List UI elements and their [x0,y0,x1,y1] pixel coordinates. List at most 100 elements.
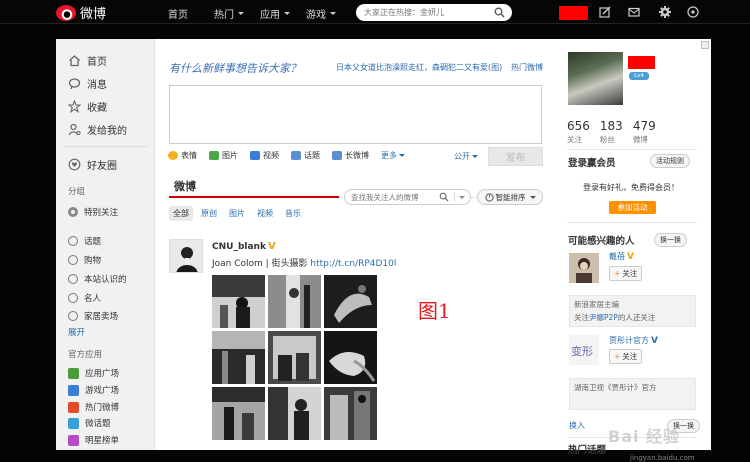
sidebar-app-item[interactable]: 游戏广场 [68,384,119,396]
circle-icon [68,293,78,303]
sidebar-group-item[interactable]: 购物 [68,254,101,266]
figure-label: 图1 [418,299,451,323]
post-photo[interactable] [212,331,265,384]
suggested-user-name[interactable]: 贾彤计官方 V [609,335,658,346]
smart-sort-dropdown[interactable]: 智能排序 [477,189,543,205]
chevron-down-icon [529,195,536,199]
user-stats: 656 关注 183 粉丝 479 微博 [567,119,656,145]
tool-image[interactable]: 图片 [209,150,238,161]
sidebar-expand-link[interactable]: 展开 [68,326,85,338]
sidebar-app-item[interactable]: 热门微博 [68,401,119,413]
filter-videos[interactable]: 视频 [253,206,277,221]
weibo-eye-icon [56,4,76,21]
post-photo-grid [212,275,377,440]
filter-images[interactable]: 图片 [225,206,249,221]
post-photo[interactable] [324,275,377,328]
follow-button[interactable]: + 关注 [609,349,643,364]
feed-search-input[interactable] [351,192,439,202]
sidebar-group-item[interactable]: 名人 [68,292,101,304]
circle-icon [68,311,78,321]
sidebar-group-item[interactable]: 本站认识的 [68,273,127,285]
post-photo[interactable] [268,275,321,328]
stat-posts[interactable]: 479 微博 [633,119,656,145]
post-photo[interactable] [324,387,377,440]
username-redacted[interactable] [628,56,655,69]
tool-video[interactable]: 视频 [250,150,279,161]
hot-topic-link[interactable]: 日本父女道比泡澡照走红，森碉犯二又有爱(图) [336,62,502,73]
post-author[interactable]: CNU_blank V [212,241,276,252]
compose-icon[interactable] [598,5,612,19]
suggested-user-name[interactable]: 戴蓓 V [609,251,634,262]
sidebar-app-item[interactable]: 微话题 [68,417,111,429]
global-search[interactable] [356,4,512,21]
sidebar-item-favorites[interactable]: 收藏 [68,99,107,114]
tool-topic[interactable]: 话题 [291,150,320,161]
nav-games[interactable]: 游戏 [306,6,336,21]
filter-original[interactable]: 原创 [197,206,221,221]
nav-hot[interactable]: 热门 [214,6,244,21]
post-photo[interactable] [212,387,265,440]
post-photo[interactable] [324,331,377,384]
tool-more-dropdown[interactable]: 更多 [381,150,405,161]
sidebar-item-messages[interactable]: 消息 [68,76,107,91]
refresh-suggestions-button[interactable]: 换一换 [654,233,687,247]
sidebar-item-friends-circle[interactable]: 好友圈 [68,157,117,172]
stat-followers[interactable]: 183 粉丝 [600,119,623,145]
follow-button[interactable]: + 关注 [609,266,643,281]
insert-link[interactable]: 换入 [569,420,585,431]
sidebar-item-home[interactable]: 首页 [68,53,107,68]
post-photo[interactable] [212,275,265,328]
global-search-input[interactable] [364,8,489,17]
username-redacted[interactable] [559,6,588,20]
suggestion-reason: 新浪家居主编 关注尹娜P2P的人还关注 [569,295,696,327]
filter-music[interactable]: 音乐 [281,206,305,221]
weibo-logo[interactable]: 微博 [56,3,106,22]
visibility-dropdown[interactable]: 公开 [454,151,478,162]
activity-rules-button[interactable]: 活动规则 [650,154,690,168]
apps-section-label: 官方应用 [68,350,103,360]
sidebar-group-item[interactable]: 家居卖场 [68,310,118,322]
tool-emoji[interactable]: 表情 [168,150,197,161]
compose-textarea[interactable] [169,85,542,144]
search-icon[interactable] [494,7,505,18]
tool-long-weibo[interactable]: 长微博 [332,150,369,161]
circle-icon [68,255,78,265]
plus-icon: + [614,352,621,361]
tab-weibo[interactable]: 微博 [174,178,196,194]
close-corner-icon[interactable] [701,41,709,49]
sidebar-item-special-follow[interactable]: 特别关注 [68,206,118,218]
mail-icon[interactable] [627,5,641,19]
sidebar-app-item[interactable]: 应用广场 [68,367,119,379]
post-author-avatar[interactable] [169,239,203,273]
suggested-user-avatar[interactable]: 变形 [569,335,599,365]
user-avatar[interactable] [568,52,623,105]
sidebar-app-item[interactable]: 明星榜单 [68,434,119,446]
nav-apps[interactable]: 应用 [260,6,290,21]
publish-button[interactable]: 发布 [488,147,543,166]
composer-prompt: 有什么新鲜事想告诉大家？ [169,62,301,75]
sidebar-item-sent-to-me[interactable]: 发给我的 [68,122,127,137]
hot-weibo-link[interactable]: 热门微博 [511,62,543,73]
feed-filters: 全部 原创 图片 视频 音乐 [169,206,305,221]
post-photo[interactable] [268,387,321,440]
filter-all[interactable]: 全部 [169,206,193,221]
chevron-down-icon[interactable] [459,195,466,199]
stat-following[interactable]: 656 关注 [567,119,590,145]
avatar-portrait [170,240,202,272]
apps-grid-icon[interactable] [686,5,700,19]
nav-home[interactable]: 首页 [168,6,188,21]
active-tab-underline [169,196,339,198]
post-photo[interactable] [268,331,321,384]
divider [567,222,697,223]
join-activity-button[interactable]: 参加活动 [609,201,656,214]
feed-search[interactable]: | [344,189,471,205]
suggested-user-avatar[interactable] [569,253,599,283]
search-icon[interactable] [439,192,449,202]
mutual-user-link[interactable]: 尹娜P2P [589,313,618,322]
sidebar-group-item[interactable]: 话题 [68,235,101,247]
verified-badge-icon: V [627,251,634,262]
gear-icon[interactable] [658,5,672,19]
post-link[interactable]: http://t.cn/RP4D10l [310,259,396,269]
baidu-watermark: Bai 经验 [608,427,681,446]
weibo-logo-text: 微博 [80,7,107,22]
